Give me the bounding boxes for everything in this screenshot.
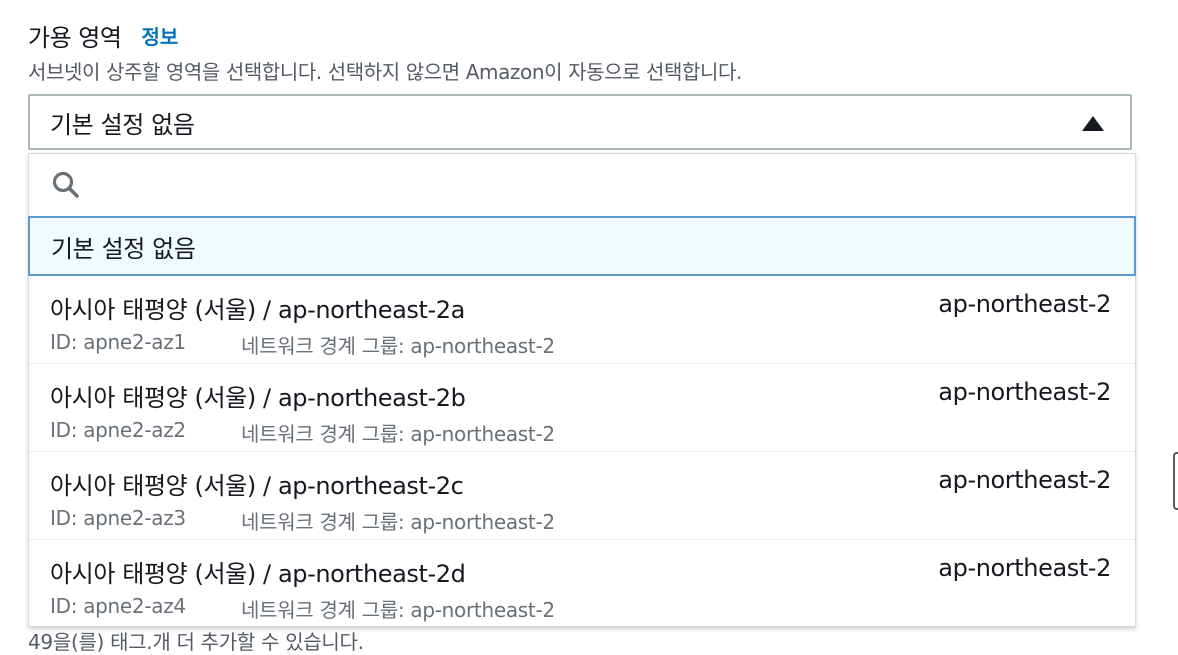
option-zone[interactable]: 아시아 태평양 (서울) / ap-northeast-2c ap-northe… [29, 452, 1135, 540]
zone-region: ap-northeast-2 [938, 466, 1111, 494]
search-row [29, 154, 1135, 216]
dropdown-list: 기본 설정 없음 아시아 태평양 (서울) / ap-northeast-2a … [28, 153, 1136, 627]
info-link[interactable]: 정보 [141, 21, 178, 50]
availability-zone-select[interactable]: 기본 설정 없음 [28, 94, 1132, 150]
field-label-row: 가용 영역 정보 [28, 18, 178, 52]
option-zone[interactable]: 아시아 태평양 (서울) / ap-northeast-2b ap-northe… [29, 364, 1135, 452]
zone-id: ID: apne2-az2 [50, 418, 186, 442]
option-label: 기본 설정 없음 [51, 234, 196, 263]
zone-region: ap-northeast-2 [938, 290, 1111, 318]
option-zone[interactable]: 아시아 태평양 (서울) / ap-northeast-2d ap-northe… [29, 540, 1135, 628]
field-label: 가용 영역 [28, 23, 122, 52]
zone-network-border-group: 네트워크 경계 그룹: ap-northeast-2 [241, 422, 555, 446]
search-icon [52, 171, 79, 198]
zone-network-border-group: 네트워크 경계 그룹: ap-northeast-2 [241, 598, 555, 622]
zone-name: 아시아 태평양 (서울) / ap-northeast-2c [50, 472, 464, 500]
zone-name: 아시아 태평양 (서울) / ap-northeast-2b [50, 384, 466, 412]
zone-id: ID: apne2-az4 [50, 594, 186, 618]
search-input[interactable] [99, 166, 1103, 206]
field-description: 서브넷이 상주할 영역을 선택합니다. 선택하지 않으면 Amazon이 자동으… [28, 60, 743, 84]
zone-region: ap-northeast-2 [938, 378, 1111, 406]
option-zone[interactable]: 아시아 태평양 (서울) / ap-northeast-2a ap-northe… [29, 276, 1135, 364]
option-no-preference[interactable]: 기본 설정 없음 [28, 216, 1136, 276]
zone-name: 아시아 태평양 (서울) / ap-northeast-2a [50, 296, 465, 324]
zone-id: ID: apne2-az1 [50, 330, 186, 354]
zone-network-border-group: 네트워크 경계 그룹: ap-northeast-2 [241, 334, 555, 358]
tag-limit-text: 49을(를) 태그.개 더 추가할 수 있습니다. [28, 630, 364, 654]
select-value: 기본 설정 없음 [50, 110, 195, 139]
zone-region: ap-northeast-2 [938, 554, 1111, 582]
zone-name: 아시아 태평양 (서울) / ap-northeast-2d [50, 560, 466, 588]
caret-up-icon [1082, 116, 1104, 131]
zone-network-border-group: 네트워크 경계 그룹: ap-northeast-2 [241, 510, 555, 534]
side-panel-handle[interactable] [1173, 452, 1178, 510]
zone-id: ID: apne2-az3 [50, 506, 186, 530]
